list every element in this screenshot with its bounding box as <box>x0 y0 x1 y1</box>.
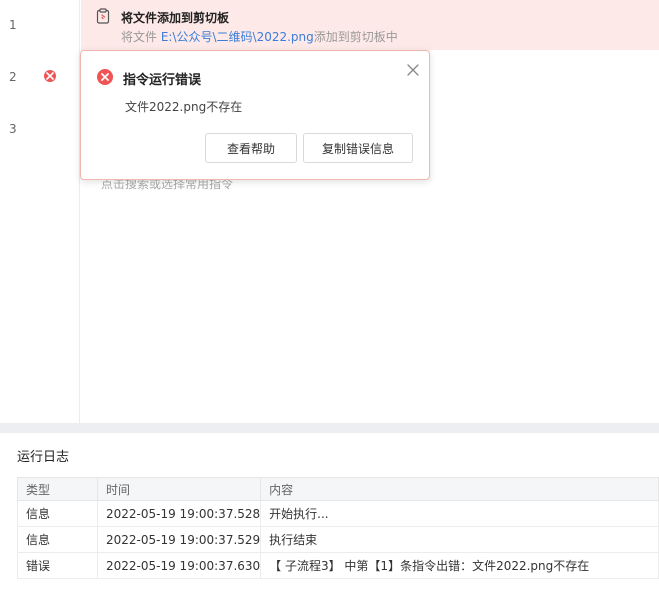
view-help-button[interactable]: 查看帮助 <box>205 133 297 163</box>
log-type-cell: 信息 <box>17 500 98 527</box>
log-content-cell: 开始执行... <box>260 500 659 527</box>
step-desc-suffix: 添加到剪切板中 <box>313 30 398 44</box>
error-icon <box>97 69 113 85</box>
line-number-2: 2 <box>9 70 17 84</box>
log-table: 类型 时间 内容 信息 2022-05-19 19:00:37.528 开始执行… <box>17 477 659 579</box>
log-content-cell: 执行结束 <box>260 526 659 553</box>
table-row[interactable]: 信息 2022-05-19 19:00:37.529 执行结束 <box>17 526 659 553</box>
table-row[interactable]: 信息 2022-05-19 19:00:37.528 开始执行... <box>17 500 659 527</box>
line-number-3: 3 <box>9 122 17 136</box>
line-gutter: 1 2 3 <box>0 0 80 423</box>
error-marker-icon[interactable] <box>44 70 56 82</box>
step-description: 将文件 E:\公众号\二维码\2022.png添加到剪切板中 <box>121 28 398 45</box>
log-type-cell: 错误 <box>17 552 98 579</box>
step-title: 将文件添加到剪切板 <box>121 11 230 25</box>
copy-error-button[interactable]: 复制错误信息 <box>303 133 413 163</box>
step-file-path: E:\公众号\二维码\2022.png <box>160 30 314 44</box>
log-title: 运行日志 <box>17 450 70 465</box>
log-content-cell: 【 子流程3】 中第【1】条指令出错：文件2022.png不存在 <box>260 552 659 579</box>
log-time-cell: 2022-05-19 19:00:37.528 <box>96 500 262 527</box>
flow-editor: 1 2 3 将文件添加到剪切板 将文件 E:\公众号\二维码\2022.png添… <box>0 0 659 423</box>
step-desc-prefix: 将文件 <box>121 30 161 44</box>
error-popup: 指令运行错误 文件2022.png不存在 查看帮助 复制错误信息 <box>80 50 430 180</box>
close-icon[interactable] <box>406 62 420 76</box>
log-time-cell: 2022-05-19 19:00:37.630 <box>96 552 262 579</box>
log-header-row: 类型 时间 内容 <box>17 477 659 501</box>
run-log-panel: 运行日志 类型 时间 内容 信息 2022-05-19 19:00:37.528… <box>0 433 659 599</box>
app-root: 1 2 3 将文件添加到剪切板 将文件 E:\公众号\二维码\2022.png添… <box>0 0 659 599</box>
log-time-cell: 2022-05-19 19:00:37.529 <box>96 526 262 553</box>
column-header-time[interactable]: 时间 <box>96 477 262 501</box>
popup-message: 文件2022.png不存在 <box>125 100 243 114</box>
step-row-add-to-clipboard[interactable]: 将文件添加到剪切板 将文件 E:\公众号\二维码\2022.png添加到剪切板中 <box>81 0 659 50</box>
column-header-content[interactable]: 内容 <box>260 477 659 501</box>
table-row[interactable]: 错误 2022-05-19 19:00:37.630 【 子流程3】 中第【1】… <box>17 552 659 579</box>
popup-title: 指令运行错误 <box>123 73 202 88</box>
log-type-cell: 信息 <box>17 526 98 553</box>
panel-divider[interactable] <box>0 423 659 433</box>
line-number-1: 1 <box>9 18 17 32</box>
clipboard-icon <box>96 8 110 28</box>
column-header-type[interactable]: 类型 <box>17 477 98 501</box>
